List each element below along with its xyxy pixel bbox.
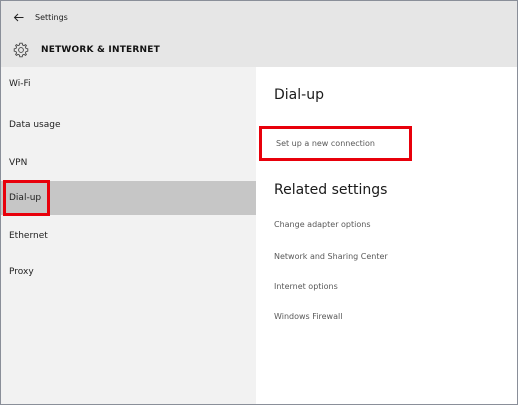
- gear-icon: [13, 42, 29, 58]
- main-content: Dial-up Set up a new connection Related …: [256, 67, 517, 404]
- setup-new-connection-label: Set up a new connection: [276, 139, 375, 148]
- content-title: Dial-up: [274, 87, 324, 103]
- change-adapter-options-link[interactable]: Change adapter options: [274, 220, 371, 229]
- sidebar-item-ethernet[interactable]: Ethernet: [1, 219, 256, 253]
- back-button[interactable]: [1, 1, 35, 33]
- network-sharing-center-link[interactable]: Network and Sharing Center: [274, 252, 388, 261]
- internet-options-link[interactable]: Internet options: [274, 282, 338, 291]
- sidebar-item-label: Proxy: [9, 267, 34, 277]
- sidebar-item-label: Wi-Fi: [9, 79, 31, 89]
- settings-window: Settings NETWORK & INTERNET Wi-Fi Data u…: [0, 0, 518, 405]
- window-title: Settings: [35, 12, 68, 22]
- arrow-left-icon: [13, 13, 23, 21]
- sidebar-nav: Wi-Fi Data usage VPN Dial-up Ethernet Pr…: [1, 67, 256, 404]
- sidebar-item-vpn[interactable]: VPN: [1, 146, 256, 180]
- title-bar: Settings: [1, 1, 517, 33]
- windows-firewall-link[interactable]: Windows Firewall: [274, 312, 342, 321]
- sidebar-item-proxy[interactable]: Proxy: [1, 255, 256, 289]
- sidebar-item-dial-up[interactable]: Dial-up: [1, 180, 256, 216]
- page-title: NETWORK & INTERNET: [41, 45, 160, 55]
- page-header: NETWORK & INTERNET: [1, 33, 517, 67]
- sidebar-item-label: Data usage: [9, 120, 61, 130]
- sidebar-item-data-usage[interactable]: Data usage: [1, 108, 256, 142]
- related-settings-heading: Related settings: [274, 182, 388, 198]
- sidebar-item-label: Dial-up: [2, 180, 51, 216]
- sidebar-item-wifi[interactable]: Wi-Fi: [1, 67, 256, 101]
- setup-new-connection-link[interactable]: Set up a new connection: [259, 126, 412, 161]
- sidebar-item-label: VPN: [9, 158, 28, 168]
- sidebar-item-label: Ethernet: [9, 231, 48, 241]
